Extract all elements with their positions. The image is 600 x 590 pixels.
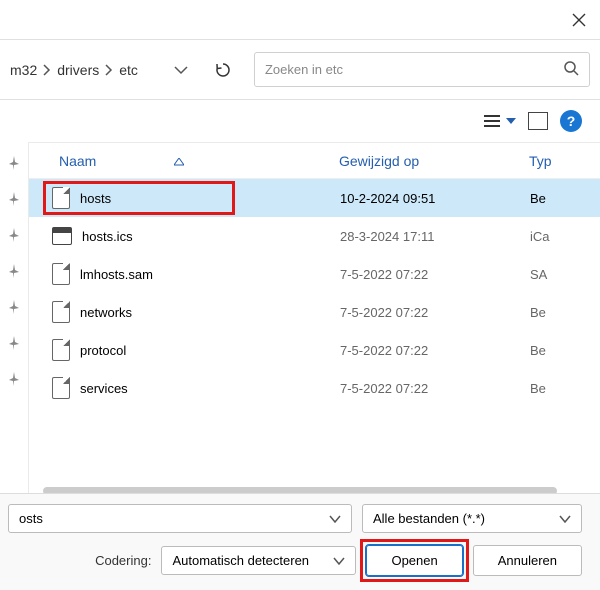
quick-access-pins: [0, 142, 28, 495]
file-name: networks: [80, 305, 132, 320]
pin-icon[interactable]: [8, 156, 20, 170]
file-name: hosts: [80, 191, 111, 206]
file-icon: [52, 339, 70, 361]
navbar: m32 drivers etc: [0, 40, 600, 100]
chevron-down-icon[interactable]: [333, 553, 345, 568]
column-headers[interactable]: Naam Gewijzigd op Typ: [29, 143, 600, 179]
view-menu-icon[interactable]: [482, 114, 516, 128]
chevron-down-icon[interactable]: [329, 511, 341, 526]
file-name: lmhosts.sam: [80, 267, 153, 282]
file-type: iCa: [530, 229, 599, 244]
col-modified-header[interactable]: Gewijzigd op: [339, 153, 529, 169]
breadcrumb-item[interactable]: etc: [119, 62, 138, 78]
bottom-panel: osts Alle bestanden (*.*) Codering: Auto…: [0, 493, 600, 590]
chevron-down-icon[interactable]: [559, 511, 571, 526]
filename-combo[interactable]: osts: [8, 504, 352, 533]
pin-icon[interactable]: [8, 264, 20, 278]
file-type: Be: [530, 191, 599, 206]
file-type: Be: [530, 305, 599, 320]
file-row[interactable]: lmhosts.sam 7-5-2022 07:22SA: [29, 255, 600, 293]
file-icon: [52, 301, 70, 323]
file-row[interactable]: networks 7-5-2022 07:22Be: [29, 293, 600, 331]
file-type: SA: [530, 267, 599, 282]
chevron-right-icon: [43, 64, 51, 76]
titlebar: [0, 0, 600, 40]
breadcrumb-item[interactable]: m32: [10, 62, 37, 78]
filter-combo[interactable]: Alle bestanden (*.*): [362, 504, 582, 533]
close-icon[interactable]: [572, 13, 586, 27]
breadcrumb-item[interactable]: drivers: [57, 62, 99, 78]
file-modified: 7-5-2022 07:22: [340, 381, 530, 396]
col-type-header[interactable]: Typ: [529, 153, 600, 169]
file-name: hosts.ics: [82, 229, 133, 244]
pin-icon[interactable]: [8, 300, 20, 314]
pin-icon[interactable]: [8, 372, 20, 386]
refresh-icon[interactable]: [210, 57, 236, 83]
file-modified: 10-2-2024 09:51: [340, 191, 530, 206]
search-input[interactable]: [265, 62, 555, 77]
file-modified: 28-3-2024 17:11: [340, 229, 530, 244]
file-modified: 7-5-2022 07:22: [340, 305, 530, 320]
pin-icon[interactable]: [8, 192, 20, 206]
file-icon: [52, 187, 70, 209]
toolbar: ?: [0, 100, 600, 142]
file-row[interactable]: services 7-5-2022 07:22Be: [29, 369, 600, 407]
pin-icon[interactable]: [8, 336, 20, 350]
cancel-button[interactable]: Annuleren: [473, 545, 582, 576]
main: Naam Gewijzigd op Typ hosts 10-2-2024 09:…: [0, 142, 600, 495]
breadcrumb[interactable]: m32 drivers etc: [10, 62, 188, 78]
encoding-label: Codering:: [95, 553, 151, 568]
file-modified: 7-5-2022 07:22: [340, 267, 530, 282]
filename-value: osts: [19, 511, 43, 526]
file-modified: 7-5-2022 07:22: [340, 343, 530, 358]
preview-pane-toggle[interactable]: [528, 112, 548, 130]
pin-icon[interactable]: [8, 228, 20, 242]
file-icon: [52, 377, 70, 399]
file-list: Naam Gewijzigd op Typ hosts 10-2-2024 09:…: [28, 142, 600, 495]
arrow-down-icon: [506, 117, 516, 125]
file-type: Be: [530, 343, 599, 358]
search-box[interactable]: [254, 52, 590, 87]
encoding-combo[interactable]: Automatisch detecteren: [161, 546, 356, 575]
encoding-value: Automatisch detecteren: [172, 553, 309, 568]
col-name-header[interactable]: Naam: [59, 153, 96, 169]
file-row[interactable]: protocol 7-5-2022 07:22Be: [29, 331, 600, 369]
file-icon: [52, 263, 70, 285]
file-row[interactable]: hosts 10-2-2024 09:51Be: [29, 179, 600, 217]
search-icon[interactable]: [563, 60, 579, 79]
file-name: protocol: [80, 343, 126, 358]
chevron-down-icon[interactable]: [174, 65, 188, 75]
sort-asc-icon: [174, 153, 184, 169]
file-type: Be: [530, 381, 599, 396]
filter-value: Alle bestanden (*.*): [373, 511, 485, 526]
chevron-right-icon: [105, 64, 113, 76]
open-button[interactable]: Openen: [366, 545, 462, 576]
help-icon[interactable]: ?: [560, 110, 582, 132]
file-name: services: [80, 381, 128, 396]
calendar-file-icon: [52, 227, 72, 245]
file-row[interactable]: hosts.ics 28-3-2024 17:11iCa: [29, 217, 600, 255]
